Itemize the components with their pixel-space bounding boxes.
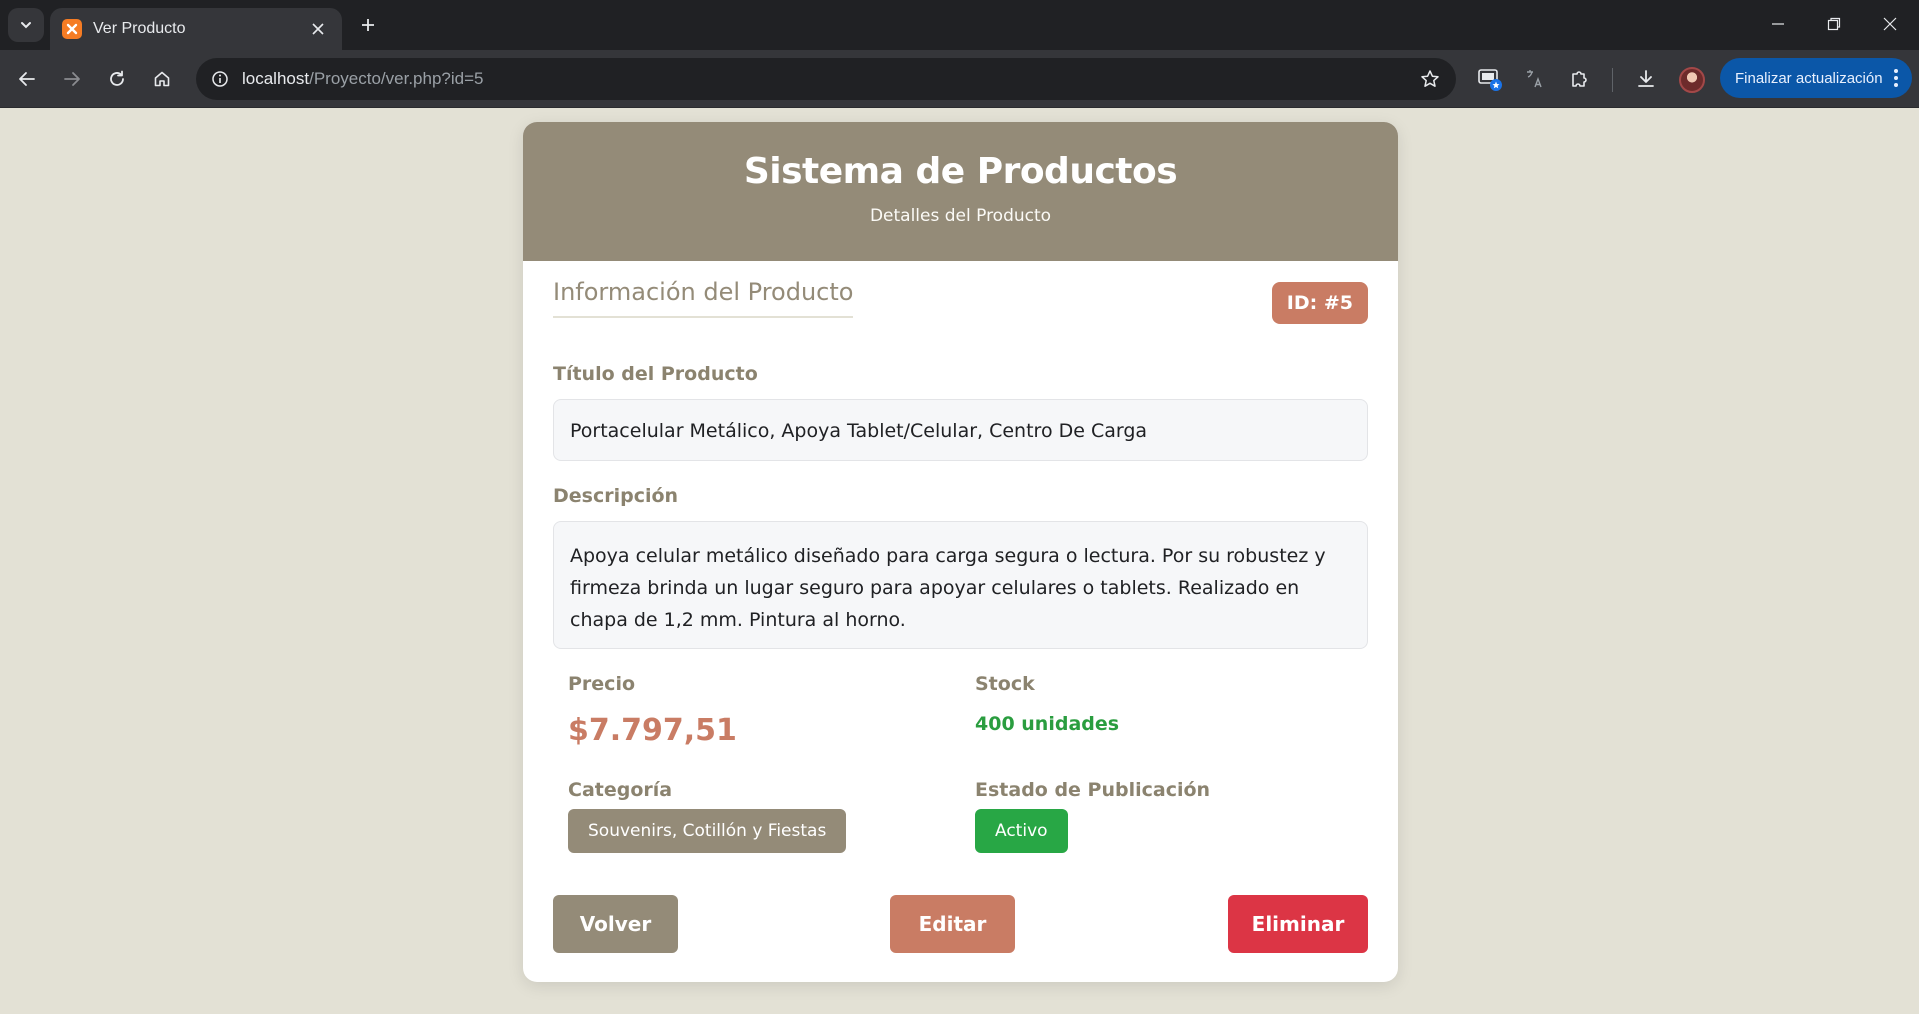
stock-label: Stock (975, 673, 1035, 695)
url-text[interactable]: localhost/Proyecto/ver.php?id=5 (242, 58, 483, 100)
finish-update-button[interactable]: Finalizar actualización (1720, 58, 1912, 98)
title-label: Título del Producto (553, 363, 758, 385)
stock-value: 400 unidades (975, 713, 1120, 735)
translate-extension-icon[interactable] (1518, 62, 1552, 96)
screen-cast-extension-icon[interactable] (1473, 62, 1507, 96)
new-tab-plus-icon[interactable] (352, 10, 384, 40)
category-badge: Souvenirs, Cotillón y Fiestas (568, 809, 847, 853)
restore-icon[interactable] (1808, 6, 1860, 42)
product-card: Sistema de Productos Detalles del Produc… (523, 122, 1398, 982)
status-badge: Activo (975, 809, 1068, 853)
profile-avatar[interactable] (1679, 67, 1705, 93)
edit-button[interactable]: Editar (890, 895, 1015, 953)
back-arrow-icon[interactable] (9, 61, 45, 97)
home-icon[interactable] (144, 61, 180, 97)
price-label: Precio (568, 673, 636, 695)
toolbar-separator (1612, 68, 1613, 92)
product-title-field: Portacelular Metálico, Apoya Tablet/Celu… (553, 399, 1368, 461)
window-close-icon[interactable] (1864, 6, 1916, 42)
url-host: localhost (242, 69, 310, 88)
status-label: Estado de Publicación (975, 779, 1211, 801)
reload-icon[interactable] (99, 61, 135, 97)
address-bar[interactable]: localhost/Proyecto/ver.php?id=5 (196, 58, 1456, 100)
product-description-field: Apoya celular metálico diseñado para car… (553, 521, 1368, 649)
tab-close-icon[interactable] (306, 17, 330, 41)
description-label: Descripción (553, 485, 679, 507)
back-button[interactable]: Volver (553, 895, 678, 953)
page-subtitle: Detalles del Producto (869, 206, 1052, 226)
chevron-down-icon (21, 22, 31, 29)
card-header: Sistema de Productos Detalles del Produc… (523, 122, 1398, 261)
bookmark-star-icon[interactable] (1418, 67, 1442, 91)
browser-tab-bar: Ver Producto (0, 0, 1919, 50)
product-id-badge: ID: #5 (1271, 282, 1368, 324)
tab-title: Ver Producto (93, 20, 186, 37)
tab-search-button[interactable] (8, 8, 44, 42)
section-title: Información del Producto (553, 278, 854, 318)
site-info-icon[interactable] (206, 65, 234, 93)
more-vert-icon[interactable] (1890, 66, 1902, 90)
download-icon[interactable] (1629, 62, 1663, 96)
update-button-label: Finalizar actualización (1735, 69, 1883, 87)
forward-arrow-icon[interactable] (54, 61, 90, 97)
page-title: Sistema de Productos (743, 151, 1178, 192)
xampp-favicon-icon (62, 19, 82, 39)
minimize-icon[interactable] (1752, 6, 1804, 42)
browser-toolbar: localhost/Proyecto/ver.php?id=5 (0, 50, 1919, 108)
delete-button[interactable]: Eliminar (1228, 895, 1368, 953)
browser-tab[interactable]: Ver Producto (50, 8, 342, 50)
extensions-puzzle-icon[interactable] (1563, 62, 1597, 96)
url-path: /Proyecto/ver.php?id=5 (309, 69, 484, 88)
price-value: $7.797,51 (568, 713, 737, 748)
category-label: Categoría (568, 779, 673, 801)
